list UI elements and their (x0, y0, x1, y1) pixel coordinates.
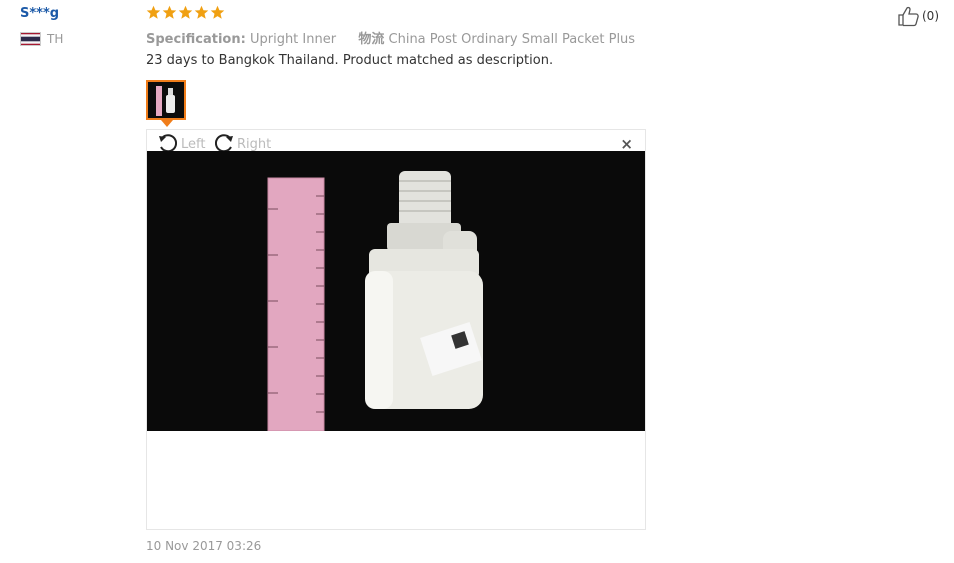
review-date: 10 Nov 2017 03:26 (146, 539, 262, 553)
star-icon (146, 5, 161, 19)
review-text: 23 days to Bangkok Thailand. Product mat… (146, 53, 554, 68)
thailand-flag-icon (20, 32, 41, 46)
helpful-button[interactable]: (0) (897, 5, 939, 27)
thumbnail-pointer (161, 120, 173, 127)
spec-value: Upright Inner (249, 32, 337, 47)
shipping-value: China Post Ordinary Small Packet Plus (388, 32, 636, 47)
review-photo (147, 151, 645, 431)
shipping-label: 物流 (358, 32, 385, 47)
star-icon (162, 5, 177, 19)
thumbs-up-icon (898, 6, 919, 27)
review-photo-thumbnail[interactable] (146, 80, 186, 120)
photo-viewer: Left Right × (146, 129, 646, 530)
star-icon (178, 5, 193, 19)
reviewer-name[interactable]: S***g (20, 6, 59, 21)
reviewer-country: TH (20, 32, 63, 46)
product-photo-image (147, 151, 645, 431)
star-icon (210, 5, 225, 19)
helpful-count: (0) (922, 9, 939, 23)
rotate-left-label: Left (181, 136, 206, 152)
star-rating (146, 5, 225, 20)
rotate-right-label: Right (237, 136, 272, 152)
country-code: TH (47, 32, 64, 46)
spec-label: Specification: (146, 32, 246, 47)
thumbnail-image (148, 82, 184, 118)
specification-line: Specification: Upright Inner 物流 China Po… (146, 28, 635, 47)
star-icon (194, 5, 209, 19)
